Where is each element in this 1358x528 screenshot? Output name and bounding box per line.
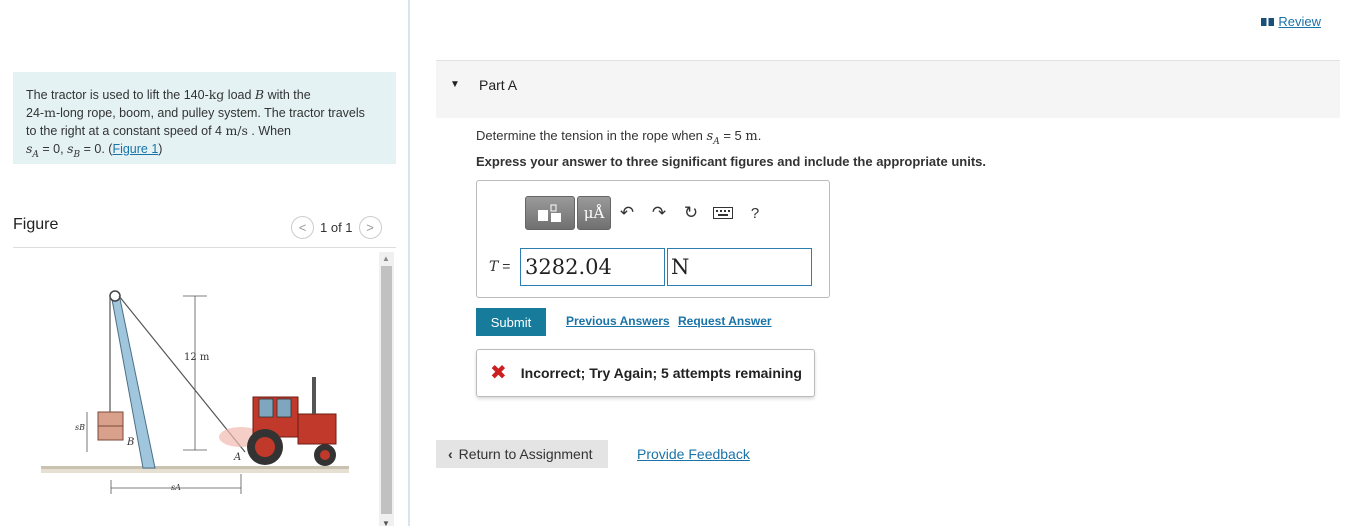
sa-label: sA bbox=[171, 483, 181, 492]
submit-button[interactable]: Submit bbox=[476, 308, 546, 336]
divider bbox=[13, 247, 396, 248]
figure-title: Figure bbox=[13, 216, 59, 233]
figure-scrollbar[interactable]: ▲ ▼ bbox=[379, 252, 394, 528]
a-label: A bbox=[233, 452, 241, 463]
figure-image: 12 m sB B sA A bbox=[41, 290, 349, 494]
review-link[interactable]: Review bbox=[1261, 14, 1321, 29]
book-icon bbox=[1261, 17, 1275, 26]
value-input[interactable]: 3282.04 bbox=[520, 248, 665, 286]
reset-icon[interactable]: ↻ bbox=[675, 196, 707, 230]
unit-input[interactable]: N bbox=[667, 248, 812, 286]
part-label: Part A bbox=[479, 77, 518, 93]
chevron-left-icon: ‹ bbox=[448, 446, 453, 462]
provide-feedback-link[interactable]: Provide Feedback bbox=[637, 446, 750, 462]
templates-button[interactable] bbox=[525, 196, 575, 230]
help-button[interactable]: ? bbox=[739, 196, 771, 230]
sb-label: sB bbox=[75, 423, 85, 432]
math-toolbar: μÅ ↶ ↷ ↻ ? bbox=[525, 196, 771, 230]
template-icon bbox=[538, 204, 561, 222]
units-button[interactable]: μÅ bbox=[577, 196, 611, 230]
scroll-up-icon[interactable]: ▲ bbox=[382, 254, 390, 263]
error-x-icon: ✖ bbox=[490, 362, 507, 384]
question-text: Determine the tension in the rope when s… bbox=[476, 128, 762, 147]
return-to-assignment-button[interactable]: ‹ Return to Assignment bbox=[436, 440, 608, 468]
undo-icon[interactable]: ↶ bbox=[611, 196, 643, 230]
part-a-header[interactable]: ▼ Part A bbox=[436, 60, 1340, 118]
previous-answers-link[interactable]: Previous Answers bbox=[566, 314, 670, 328]
feedback-text: Incorrect; Try Again; 5 attempts remaini… bbox=[520, 365, 802, 381]
keyboard-icon[interactable] bbox=[707, 196, 739, 230]
feedback-message: ✖ Incorrect; Try Again; 5 attempts remai… bbox=[476, 349, 815, 397]
pane-divider bbox=[408, 0, 410, 526]
answer-box: μÅ ↶ ↷ ↻ ? T = 3282.04 N bbox=[476, 180, 830, 298]
chevron-left-icon: < bbox=[298, 220, 307, 235]
b-label: B bbox=[126, 437, 134, 448]
scroll-thumb[interactable] bbox=[381, 266, 392, 514]
problem-statement: The tractor is used to lift the 140-kg l… bbox=[13, 72, 396, 164]
figure-pager-label: 1 of 1 bbox=[320, 220, 353, 235]
scroll-down-icon[interactable]: ▼ bbox=[382, 519, 390, 528]
request-answer-link[interactable]: Request Answer bbox=[678, 314, 772, 328]
figure-prev-button[interactable]: < bbox=[291, 216, 314, 239]
caret-down-icon: ▼ bbox=[450, 79, 460, 90]
redo-icon[interactable]: ↷ bbox=[643, 196, 675, 230]
instruction-text: Express your answer to three significant… bbox=[476, 154, 986, 169]
height-label: 12 m bbox=[184, 352, 210, 363]
chevron-right-icon: > bbox=[366, 220, 374, 235]
problem-pane: The tractor is used to lift the 140-kg l… bbox=[0, 0, 408, 528]
answer-variable: T = bbox=[489, 258, 511, 275]
figure-pager: < 1 of 1 > bbox=[291, 216, 382, 239]
figure-next-button[interactable]: > bbox=[358, 216, 382, 239]
figure-link[interactable]: Figure 1 bbox=[112, 142, 158, 156]
